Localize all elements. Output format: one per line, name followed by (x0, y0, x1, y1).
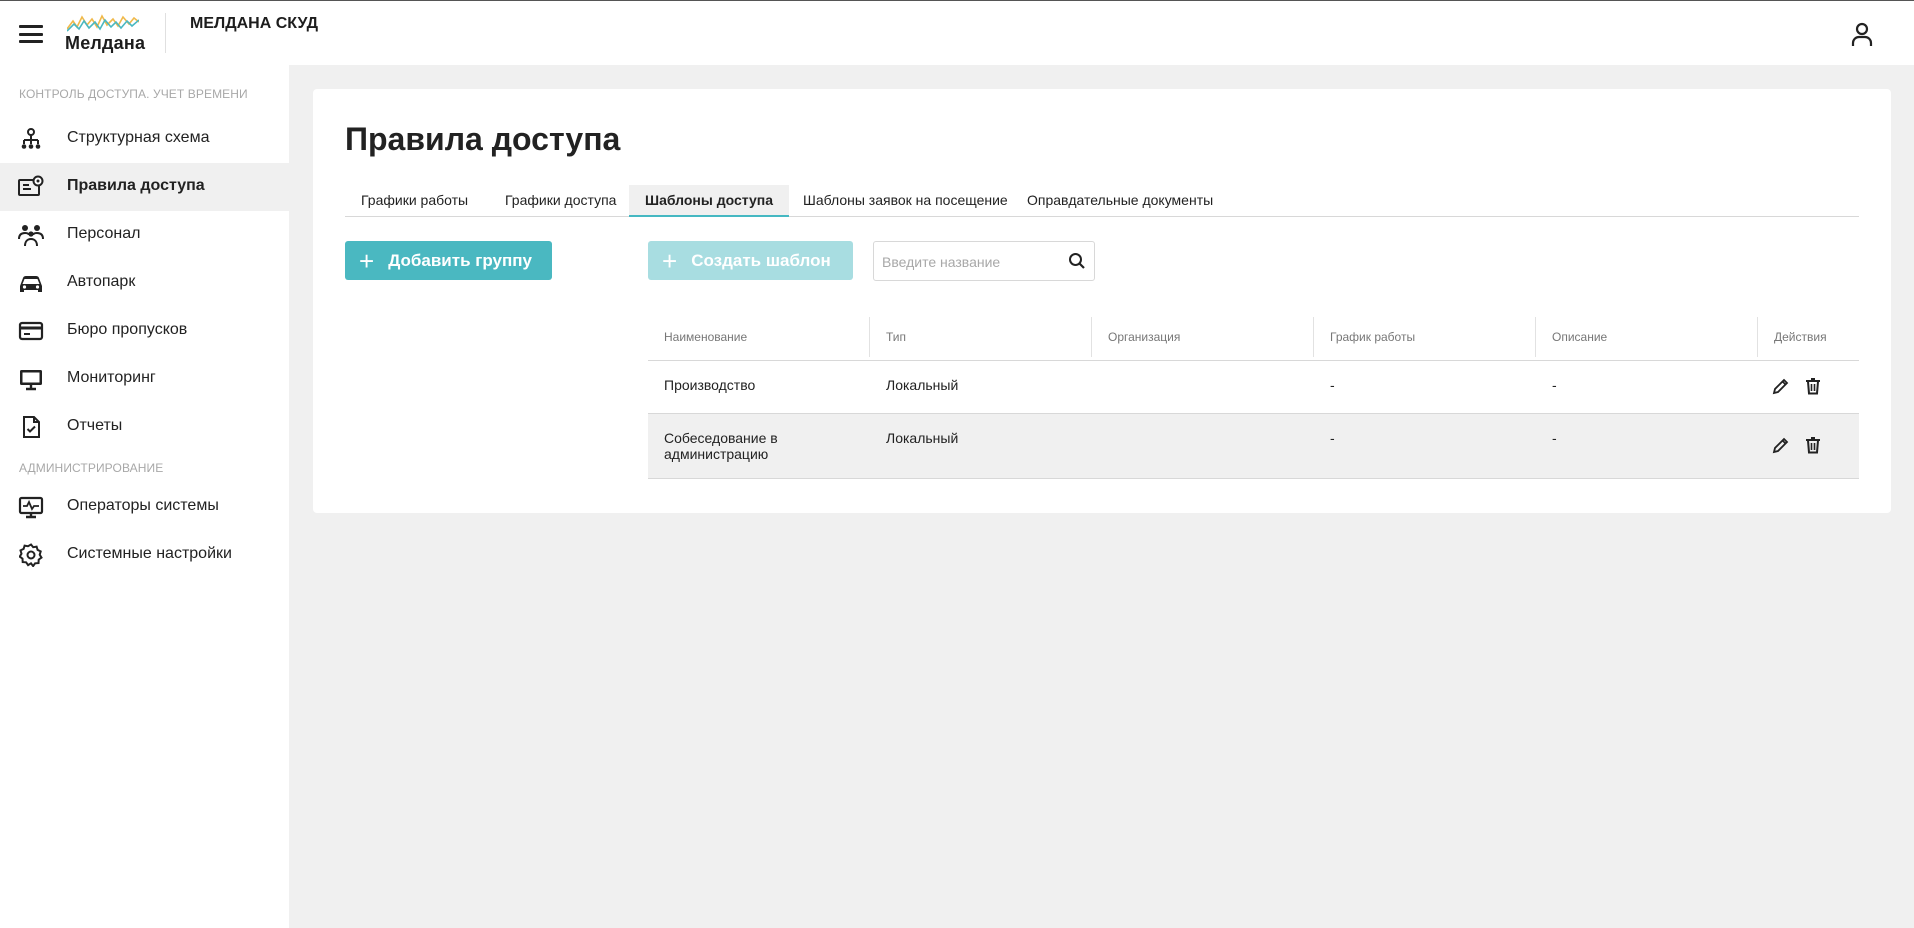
cell-type: Локальный (886, 377, 959, 393)
column-divider[interactable] (1757, 317, 1758, 357)
create-template-button[interactable]: + Создать шаблон (648, 241, 853, 280)
table-row[interactable]: Производство Локальный - - (648, 361, 1859, 414)
sidebar-item-structure[interactable]: Структурная схема (0, 115, 289, 163)
access-rules-icon (18, 175, 44, 199)
column-header-organization[interactable]: Организация (1108, 330, 1180, 344)
tab-bar: Графики работы Графики доступа Шаблоны д… (345, 185, 1859, 217)
cell-schedule: - (1330, 377, 1335, 393)
sidebar-item-label: Операторы системы (67, 497, 219, 514)
people-icon (18, 223, 44, 247)
hierarchy-icon (18, 127, 44, 151)
sidebar-item-label: Мониторинг (67, 369, 156, 386)
column-header-schedule[interactable]: График работы (1330, 330, 1415, 344)
sidebar-item-reports[interactable]: Отчеты (0, 403, 289, 451)
edit-icon[interactable] (1772, 377, 1790, 395)
tab-justification-documents[interactable]: Оправдательные документы (1011, 185, 1229, 217)
search-icon[interactable] (1068, 252, 1086, 270)
logo-wave-icon (67, 14, 139, 32)
page-title: Правила доступа (345, 121, 621, 157)
create-template-label: Создать шаблон (691, 250, 831, 270)
search-box (873, 241, 1095, 281)
sidebar-item-pass-office[interactable]: Бюро пропусков (0, 307, 289, 355)
header-divider (165, 13, 166, 53)
row-actions (1772, 377, 1822, 395)
content-card: Правила доступа Графики работы Графики д… (313, 89, 1891, 513)
sidebar-item-operators[interactable]: Операторы системы (0, 483, 289, 531)
sidebar-item-label: Структурная схема (67, 129, 210, 146)
column-divider[interactable] (1091, 317, 1092, 357)
top-header: Мелдана МЕЛДАНА СКУД (0, 0, 1914, 65)
sidebar-item-settings[interactable]: Системные настройки (0, 531, 289, 579)
sidebar-item-monitoring[interactable]: Мониторинг (0, 355, 289, 403)
cell-description: - (1552, 377, 1557, 393)
cell-name: Собеседование в администрацию (664, 430, 778, 462)
logo-text: Мелдана (65, 33, 146, 53)
car-icon (18, 271, 44, 295)
column-header-description[interactable]: Описание (1552, 330, 1607, 344)
settings-icon (18, 543, 44, 567)
logo: Мелдана (65, 13, 145, 55)
delete-icon[interactable] (1804, 377, 1822, 395)
tab-access-templates[interactable]: Шаблоны доступа (629, 185, 789, 217)
sidebar-item-label: Автопарк (67, 273, 136, 290)
monitor-icon (18, 367, 44, 391)
add-group-button[interactable]: + Добавить группу (345, 241, 552, 280)
table-header: Наименование Тип Организация График рабо… (648, 313, 1859, 361)
cell-type: Локальный (886, 430, 959, 446)
sidebar-item-label: Бюро пропусков (67, 321, 188, 338)
table-row[interactable]: Собеседование в администрацию Локальный … (648, 414, 1859, 479)
plus-icon: + (662, 245, 678, 276)
delete-icon[interactable] (1804, 436, 1822, 454)
app-title: МЕЛДАНА СКУД (190, 15, 318, 32)
cell-description: - (1552, 430, 1557, 446)
report-icon (18, 415, 44, 439)
add-group-label: Добавить группу (388, 250, 532, 270)
sidebar-item-label: Системные настройки (67, 545, 232, 562)
sidebar-item-label: Правила доступа (67, 177, 205, 194)
column-divider[interactable] (1535, 317, 1536, 357)
tab-work-schedules[interactable]: Графики работы (345, 185, 484, 217)
menu-icon[interactable] (19, 25, 43, 43)
column-header-name[interactable]: Наименование (664, 330, 747, 344)
plus-icon: + (359, 245, 375, 276)
search-input[interactable] (882, 252, 1062, 272)
row-actions (1772, 436, 1822, 454)
cell-name: Производство (664, 377, 756, 393)
edit-icon[interactable] (1772, 436, 1790, 454)
column-divider[interactable] (869, 317, 870, 357)
operators-icon (18, 495, 44, 519)
sidebar-item-personnel[interactable]: Персонал (0, 211, 289, 259)
sidebar-section-access: КОНТРОЛЬ ДОСТУПА. УЧЕТ ВРЕМЕНИ (19, 87, 248, 101)
sidebar-section-admin: АДМИНИСТРИРОВАНИЕ (19, 461, 164, 475)
column-header-type[interactable]: Тип (886, 330, 906, 344)
templates-table: Наименование Тип Организация График рабо… (648, 313, 1859, 479)
user-icon[interactable] (1850, 21, 1874, 47)
sidebar-item-fleet[interactable]: Автопарк (0, 259, 289, 307)
tab-visit-request-templates[interactable]: Шаблоны заявок на посещение (787, 185, 1024, 217)
sidebar-item-label: Персонал (67, 225, 141, 242)
sidebar-item-access-rules[interactable]: Правила доступа (0, 163, 289, 211)
card-icon (18, 319, 44, 343)
sidebar: КОНТРОЛЬ ДОСТУПА. УЧЕТ ВРЕМЕНИ Структурн… (0, 65, 289, 928)
cell-schedule: - (1330, 430, 1335, 446)
sidebar-item-label: Отчеты (67, 417, 123, 434)
column-divider[interactable] (1313, 317, 1314, 357)
tab-access-schedules[interactable]: Графики доступа (489, 185, 632, 217)
column-header-actions: Действия (1774, 330, 1827, 344)
